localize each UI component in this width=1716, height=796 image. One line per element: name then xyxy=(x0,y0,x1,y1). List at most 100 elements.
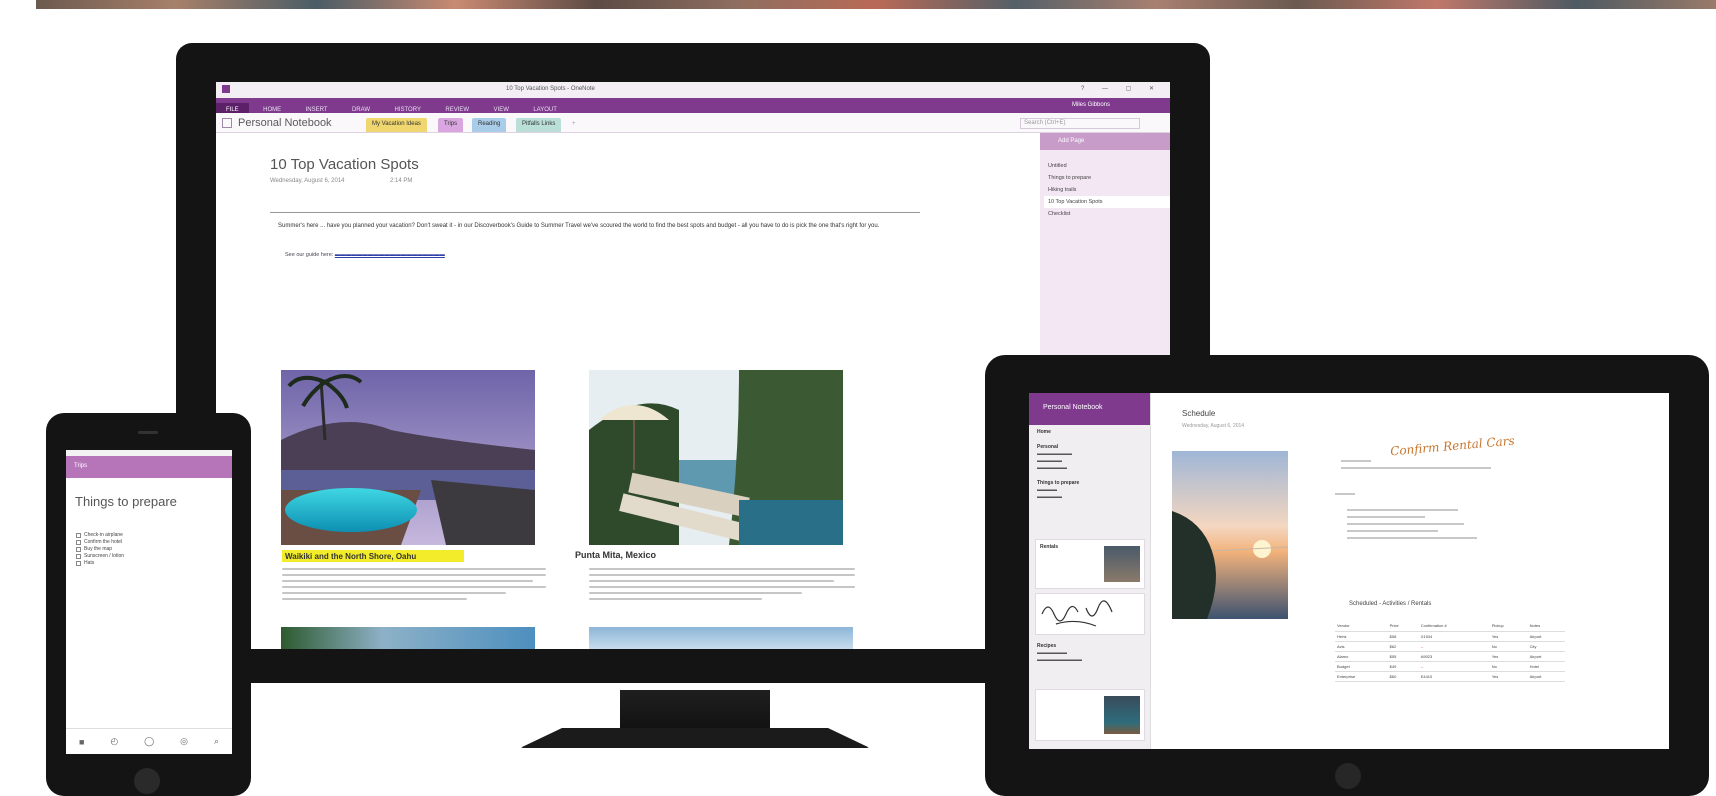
table-cell: Avis xyxy=(1335,641,1388,652)
handwritten-note[interactable]: Confirm Rental Cars xyxy=(1390,434,1516,459)
list-item-label: Buy the map xyxy=(84,546,113,552)
table-cell: No xyxy=(1489,641,1528,652)
pages-list: Untitled Things to prepare Hiking trails… xyxy=(1040,150,1170,220)
list-item[interactable]: Hats xyxy=(76,560,124,567)
window-controls-icon[interactable]: ? — ▢ ✕ xyxy=(1081,85,1162,92)
tablet-notebook-header[interactable]: Personal Notebook xyxy=(1029,393,1150,425)
tablet-card-handwriting[interactable] xyxy=(1035,593,1145,635)
table-cell: -- xyxy=(1418,641,1490,652)
photo-punta-mita xyxy=(589,370,843,545)
tablet-page-date: Wednesday, August 6, 2014 xyxy=(1182,423,1245,429)
tablet-text-block xyxy=(1341,460,1491,474)
section-tab-links[interactable]: Pitfalls Links xyxy=(516,118,562,132)
handwriting-sketch-icon xyxy=(1041,600,1113,627)
page-date: Wednesday, August 6, 2014 xyxy=(270,178,345,184)
list-item-label: Hats xyxy=(84,560,95,566)
table-cell: $49 xyxy=(1387,661,1419,672)
section-tab-trips[interactable]: Trips xyxy=(438,118,464,132)
photo-waikiki xyxy=(281,370,535,545)
table-cell: Airport xyxy=(1527,631,1565,642)
tablet-card-rentals[interactable]: Rentals xyxy=(1035,539,1145,589)
table-cell: Vendor xyxy=(1335,621,1388,632)
table-cell: Yes xyxy=(1489,651,1528,662)
list-item[interactable]: Confirm the hotel xyxy=(76,539,124,546)
tablet-home-button[interactable] xyxy=(1335,763,1361,789)
tab-file[interactable]: FILE xyxy=(216,103,249,113)
tablet-section-home[interactable]: Home xyxy=(1029,425,1150,440)
list-item[interactable]: Sunscreen / lotion xyxy=(76,553,124,560)
notebook-name[interactable]: Personal Notebook xyxy=(238,117,332,129)
add-page-button[interactable]: Add Page xyxy=(1040,133,1170,150)
notebook-icon[interactable]: ■ xyxy=(79,737,84,747)
table-row: Hertz $58 X1534 Yes Airport xyxy=(1335,631,1565,642)
tab-home[interactable]: HOME xyxy=(253,103,291,113)
table-cell: Confirmation # xyxy=(1418,621,1490,632)
user-name[interactable]: Miles Gibbons xyxy=(1062,98,1120,108)
checkbox-icon[interactable] xyxy=(76,533,81,538)
table-cell: Hotel xyxy=(1527,661,1565,672)
table-cell: $55 xyxy=(1387,651,1419,662)
new-note-icon[interactable]: ◯ xyxy=(144,736,154,747)
window-titlebar: 10 Top Vacation Spots - OneNote ? — ▢ ✕ xyxy=(216,82,1170,98)
page-title[interactable]: 10 Top Vacation Spots xyxy=(270,156,419,173)
caption-waikiki[interactable]: Waikiki and the North Shore, Oahu xyxy=(282,550,464,562)
tablet-table-heading: Scheduled - Activities / Rentals xyxy=(1349,601,1432,607)
section-tab-vacation[interactable]: My Vacation Ideas xyxy=(366,118,427,132)
table-cell: A9023 xyxy=(1418,651,1490,662)
smartphone: Trips Things to prepare Check-in airplan… xyxy=(46,413,251,796)
tab-insert[interactable]: INSERT xyxy=(296,103,338,113)
page-item-untitled[interactable]: Untitled xyxy=(1048,160,1170,172)
table-row: Avis $62 -- No City xyxy=(1335,641,1565,652)
section-label: Things to prepare xyxy=(1037,480,1080,486)
phone-page-title[interactable]: Things to prepare xyxy=(75,494,177,509)
table-cell: Price xyxy=(1387,621,1419,632)
table-row: Enterprise $60 E4410 Yes Airport xyxy=(1335,671,1565,682)
intro-paragraph[interactable]: Summer's here ... have you planned your … xyxy=(278,222,918,230)
page-item-checklist[interactable]: Checklist xyxy=(1048,208,1170,220)
tab-view[interactable]: VIEW xyxy=(484,103,519,113)
photo-sky-4 xyxy=(589,627,853,649)
intro-link-url-icon[interactable]: ▬▬▬▬▬▬▬▬▬▬▬▬▬▬▬▬▬▬▬▬ xyxy=(335,252,445,258)
tab-review[interactable]: REVIEW xyxy=(435,103,479,113)
tablet-card-photo[interactable] xyxy=(1035,689,1145,741)
tablet-section-things[interactable]: Things to prepare ▬▬▬▬ ▬▬▬▬▬ xyxy=(1029,476,1150,505)
table-cell: Budget xyxy=(1335,661,1388,672)
table-cell: Notes xyxy=(1527,621,1565,632)
list-item-label: Confirm the hotel xyxy=(84,539,123,545)
page-divider xyxy=(270,212,920,213)
phone-bottom-nav: ■ ◴ ◯ ◎ ⌕ xyxy=(66,728,232,754)
checkbox-icon[interactable] xyxy=(76,554,81,559)
tablet-page-title[interactable]: Schedule xyxy=(1182,409,1215,418)
waikiki-description xyxy=(282,568,546,604)
table-cell: City xyxy=(1527,641,1565,652)
tablet-sidebar: Personal Notebook Home Personal ▬▬▬▬▬▬▬ ▬▬… xyxy=(1029,393,1151,749)
camera-icon[interactable]: ◎ xyxy=(180,736,188,747)
checkbox-icon[interactable] xyxy=(76,547,81,552)
punta-mita-description xyxy=(589,568,855,604)
checkbox-icon[interactable] xyxy=(76,540,81,545)
caption-punta-mita[interactable]: Punta Mita, Mexico xyxy=(575,550,656,560)
page-item-things[interactable]: Things to prepare xyxy=(1048,172,1170,184)
phone-home-button[interactable] xyxy=(134,768,160,794)
tablet-section-personal[interactable]: Personal ▬▬▬▬▬▬▬ ▬▬▬▬▬ ▬▬▬▬▬▬ xyxy=(1029,440,1150,476)
search-icon[interactable]: ⌕ xyxy=(214,736,219,747)
tab-draw[interactable]: DRAW xyxy=(342,103,380,113)
search-input[interactable]: Search (Ctrl+E) xyxy=(1020,118,1140,129)
tablet-section-recipes[interactable]: Recipes ▬▬▬▬▬▬ ▬▬▬▬▬▬▬▬▬ xyxy=(1029,639,1090,668)
tab-layout[interactable]: LAYOUT xyxy=(523,103,567,113)
section-label: Recipes xyxy=(1037,643,1057,649)
add-section-icon[interactable]: + xyxy=(566,118,582,132)
notebook-icon xyxy=(222,118,232,128)
checkbox-icon[interactable] xyxy=(76,561,81,566)
list-item[interactable]: Check-in airplane xyxy=(76,532,124,539)
table-row: Budget $49 -- No Hotel xyxy=(1335,661,1565,672)
tab-history[interactable]: HISTORY xyxy=(385,103,431,113)
list-item[interactable]: Buy the map xyxy=(76,546,124,553)
table-cell: E4410 xyxy=(1418,671,1490,682)
card-thumbnail xyxy=(1104,546,1140,582)
recent-icon[interactable]: ◴ xyxy=(110,736,118,747)
phone-app-bar-title[interactable]: Trips xyxy=(74,463,87,469)
page-item-hiking[interactable]: Hiking trails xyxy=(1048,184,1170,196)
section-tab-reading[interactable]: Reading xyxy=(472,118,507,132)
page-item-vacation-spots[interactable]: 10 Top Vacation Spots xyxy=(1044,196,1170,208)
